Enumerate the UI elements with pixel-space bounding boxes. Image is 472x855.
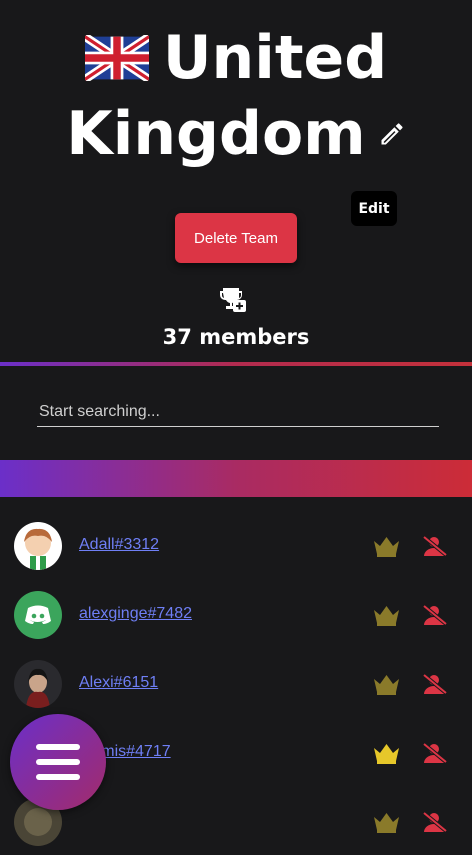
member-row: Alexi#6151 [0,648,472,717]
team-title: United Kingdom [0,20,472,172]
avatar [14,591,62,639]
member-name-link[interactable]: Adall#3312 [79,536,159,554]
crown-icon[interactable] [373,812,400,833]
team-title-line-2: Kingdom [0,96,472,172]
delete-team-button[interactable]: Delete Team [175,213,297,263]
uk-flag-icon [84,35,149,81]
avatar [14,522,62,570]
pencil-icon[interactable] [378,120,406,148]
search-input[interactable] [37,398,439,427]
member-name-link[interactable]: Alexi#6151 [79,674,158,692]
avatar [14,660,62,708]
member-row: alexginge#7482 [0,579,472,648]
members-count: 37 members [162,325,310,349]
team-title-line-1: United [0,20,472,96]
member-name-link[interactable]: alexginge#7482 [79,605,192,623]
remove-member-icon[interactable] [422,535,448,557]
section-divider [0,362,472,366]
team-name-line-1: United [162,23,388,93]
member-row: Adall#3312 [0,510,472,579]
crown-icon[interactable] [373,743,400,764]
trophy-add-icon[interactable] [219,285,247,313]
menu-icon [36,744,80,780]
gradient-band [0,460,472,497]
crown-icon[interactable] [373,674,400,695]
edit-tooltip: Edit [351,191,397,226]
crown-icon[interactable] [373,605,400,626]
team-name-line-2: Kingdom [66,99,366,169]
menu-button[interactable] [10,714,106,810]
remove-member-icon[interactable] [422,742,448,764]
remove-member-icon[interactable] [422,811,448,833]
remove-member-icon[interactable] [422,604,448,626]
remove-member-icon[interactable] [422,673,448,695]
crown-icon[interactable] [373,536,400,557]
